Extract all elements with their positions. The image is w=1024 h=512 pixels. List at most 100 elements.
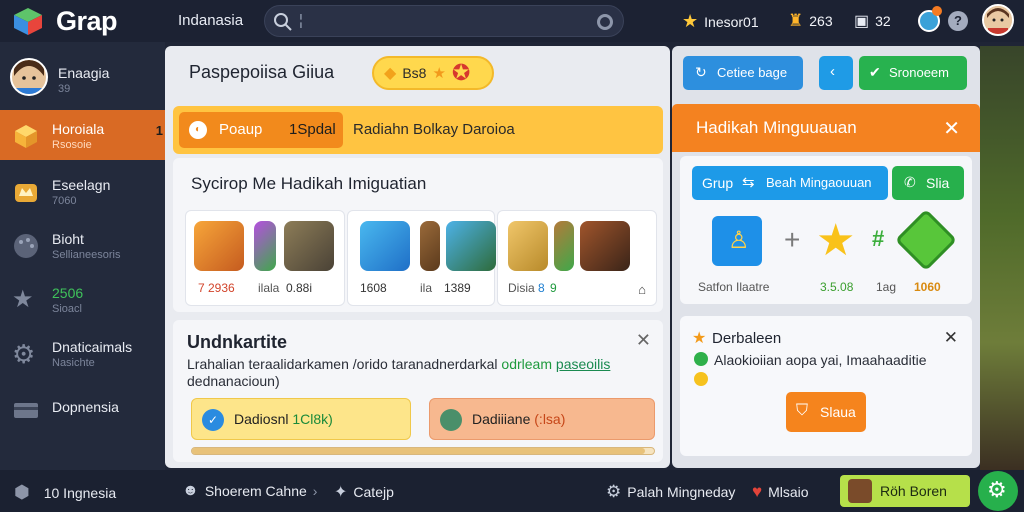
search-bar[interactable]: ¦ (264, 5, 624, 37)
hash-icon: # (872, 226, 885, 251)
promo-bar: ◐ Poaup 1Spdal Radiahn Bolkay Daroioa (173, 106, 663, 154)
slia-button[interactable]: ✆ Slia (892, 166, 964, 200)
stat-trophies-value: 263 (809, 13, 833, 29)
avatar-face-icon (984, 6, 1012, 34)
controller-icon: ⇆ (742, 174, 755, 191)
bottom-item-shoerem[interactable]: ☻ Shoerem Cahne › (182, 482, 317, 500)
bottom-item-label: Mlsaio (768, 484, 809, 500)
star-icon[interactable]: ★ (816, 216, 855, 266)
brand-title[interactable]: Grap (56, 6, 118, 37)
search-input[interactable]: ¦ (299, 12, 303, 29)
event-card: ★ Derbaleen ✕ Alaokioiian aopa yai, Imaa… (680, 316, 972, 456)
info-desc-text: dednanacioun) (187, 373, 280, 389)
region-selector[interactable]: Indanasia (178, 12, 243, 29)
close-icon[interactable]: ✕ (636, 330, 651, 351)
sidebar-item-eseelagn[interactable]: Eseelagn 7060 (0, 166, 165, 216)
close-icon[interactable]: ✕ (943, 116, 960, 141)
group-button-label: Grup (702, 175, 734, 191)
sidebar-item-horoiala[interactable]: Horoiala Rsosoie 1 (0, 110, 165, 160)
profile-button[interactable]: Röh Boren (840, 475, 970, 507)
reward-tile-blue[interactable]: ♙ (712, 216, 762, 266)
info-card: Undnkartite ✕ Lrahalian teraalidarkamen … (173, 320, 663, 462)
sidebar-item-label: Dnaticaimals (52, 339, 133, 355)
game-group-1[interactable]: 7 2936 ilala 0.88i (185, 210, 345, 306)
game-tile-icon[interactable] (284, 221, 334, 271)
screen-button[interactable]: ✔ Sronoeem (859, 56, 967, 90)
game-tile-icon[interactable] (580, 221, 630, 271)
bottom-region[interactable]: ⬢ 10 Ingnesia (14, 482, 116, 503)
game-tile-icon[interactable] (254, 221, 276, 271)
claim-yellow-label-wrap: Dadiosnl 1Cl8k) (234, 411, 333, 427)
sidebar-item-dopnensia[interactable]: Dopnensia (0, 384, 165, 434)
bottom-item-label: Palah Mingneday (627, 484, 736, 500)
gear-icon: ⚙ (987, 477, 1007, 502)
claim-yellow-button[interactable]: ✓ Dadiosnl 1Cl8k) (191, 398, 411, 440)
sidebar-item-sub: Rsosoie (52, 139, 92, 151)
promo-button[interactable]: ◐ Poaup 1Spdal (179, 112, 343, 148)
stat-gifts[interactable]: ▣ 32 (854, 11, 891, 31)
gem-icon[interactable] (894, 208, 958, 272)
game-group-2[interactable]: 1608 ila 1389 (347, 210, 496, 306)
back-button[interactable]: ‹ (819, 56, 853, 90)
close-icon[interactable]: ✕ (944, 328, 958, 348)
game-stat-count: 0.88i (286, 281, 313, 295)
user-avatar[interactable] (982, 4, 1014, 36)
claim-peach-button[interactable]: Dadiiiane (:lsa) (429, 398, 655, 440)
game-stat-label: ila (420, 281, 433, 295)
collect-button-label: Cetiee bage (717, 65, 788, 80)
bottom-item-palah[interactable]: ⚙ Palah Mingneday (606, 482, 735, 502)
event-card-text: Alaokioiian aopa yai, Imaahaaditie (714, 352, 927, 368)
shield-icon: ⛉ (796, 402, 809, 419)
rewards-card: Grup ⇆ Beah Mingaouuan ✆ Slia ♙ + ★ # Sa… (680, 156, 972, 304)
bottom-bar: ⬢ 10 Ingnesia ☻ Shoerem Cahne › ✦ Catejp… (0, 470, 1024, 512)
bottom-item-catejp[interactable]: ✦ Catejp (334, 482, 394, 502)
stat-trophies[interactable]: ♜ 263 (788, 11, 833, 31)
claim-yellow-value: 1Cl8k) (292, 411, 333, 427)
help-icon[interactable]: ? (948, 11, 968, 31)
sidebar-item-badge: 1 (155, 123, 163, 138)
clock-icon[interactable] (595, 12, 615, 32)
game-tile-icon[interactable] (508, 221, 548, 271)
share-icon[interactable]: ⌂ (638, 282, 646, 297)
profile-name: Enaagia (58, 65, 110, 81)
avatar-icon (848, 479, 872, 503)
face-icon: ☻ (182, 482, 199, 499)
games-card-title: Sycirop Me Hadikah Imiguatian (191, 174, 427, 193)
game-tile-icon[interactable] (554, 221, 574, 271)
collect-button[interactable]: ↻ Cetiee bage (683, 56, 803, 90)
game-stat-label: Disia (508, 281, 535, 295)
sidebar-item-label: Dopnensia (52, 399, 119, 415)
info-link[interactable]: paseoilis (556, 356, 610, 372)
rewards-header: Hadikah Minguuauan ✕ (672, 104, 980, 152)
coin-balance[interactable]: ◆ Bs8 ★ ✪ (372, 56, 494, 90)
game-tile-icon[interactable] (446, 221, 496, 271)
game-tile-icon[interactable] (360, 221, 410, 271)
sidebar-item-bioht[interactable]: Bioht Sellianeesoris (0, 220, 165, 270)
sidebar-item-label: Bioht (52, 231, 84, 247)
search-icon (274, 13, 292, 31)
sidebar-profile[interactable]: Enaagia 39 (0, 52, 165, 106)
group-button[interactable]: Grup ⇆ Beah Mingaouuan (692, 166, 888, 200)
reward-stat: 1ag (876, 280, 897, 294)
gift-icon: ▣ (854, 13, 870, 30)
games-card: Sycirop Me Hadikah Imiguatian 7 2936 ila… (173, 158, 663, 312)
sidebar-item-2506[interactable]: ★ 2506 Sioacl (0, 274, 165, 324)
game-group-3[interactable]: Disia 8 9 ⌂ (497, 210, 657, 306)
info-link[interactable]: odrleam (501, 356, 552, 372)
globe-icon (440, 409, 462, 431)
game-tile-icon[interactable] (420, 221, 440, 271)
info-desc-text: Lrahalian teraalidarkamen /orido taranad… (187, 356, 498, 372)
promo-button-label: Poaup (219, 121, 263, 138)
main-panel: Paspepoiisa Giiua ◆ Bs8 ★ ✪ ◐ Poaup 1Spd… (165, 46, 670, 468)
progress-bar (191, 447, 655, 455)
game-tile-icon[interactable] (194, 221, 244, 271)
event-button[interactable]: ⛉ Slaua (786, 392, 866, 432)
settings-fab[interactable]: ⚙ (978, 471, 1018, 511)
right-panel: ↻ Cetiee bage ‹ ✔ Sronoeem Hadikah Mingu… (672, 46, 980, 468)
chevron-right-icon: › (312, 483, 318, 499)
stat-stars[interactable]: ★ Inesor01 (682, 11, 759, 32)
slia-button-label: Slia (926, 175, 950, 191)
cube-logo-icon[interactable] (12, 6, 44, 36)
sidebar-item-dnaticaimals[interactable]: ⚙ Dnaticaimals Nasichte (0, 328, 165, 378)
bottom-item-mlsaio[interactable]: ♥ Mlsaio (752, 482, 809, 502)
